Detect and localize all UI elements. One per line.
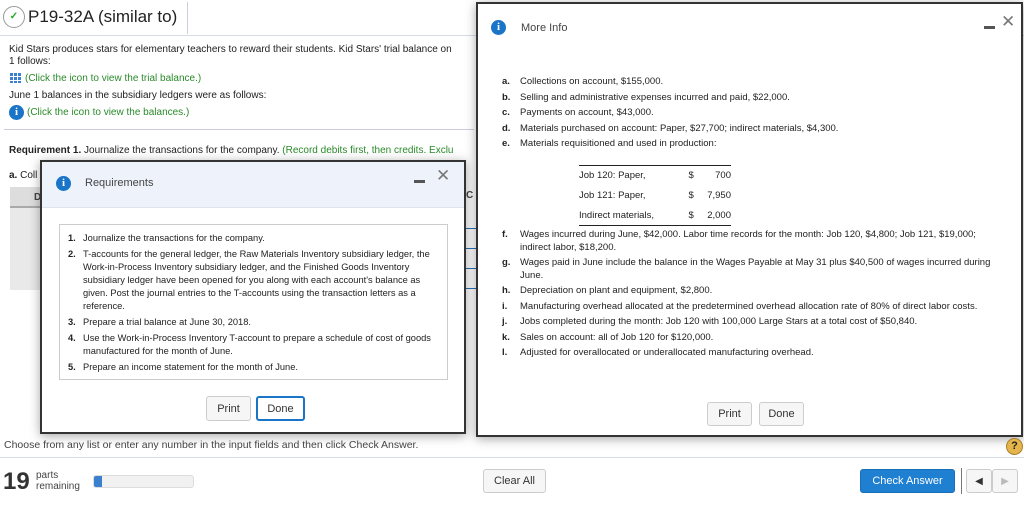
transaction-a-label: a. Coll [9,170,38,181]
divider [0,457,1024,458]
dialog-header: i Requirements ✕ [42,162,464,208]
dialog-title: Requirements [85,177,154,189]
parts-label: parts remaining [36,470,80,492]
divider [4,129,474,130]
instruction-text: Choose from any list or enter any number… [4,439,419,451]
balances-link[interactable]: i (Click the icon to view the balances.) [9,105,189,120]
info-item: a. Collections on account, $155,000. [502,76,664,87]
trial-balance-link[interactable]: (Click the icon to view the trial balanc… [9,72,201,84]
requirements-list: 1. Journalize the transactions for the co… [68,232,439,374]
balances-text: June 1 balances in the subsidiary ledger… [9,90,267,101]
done-button[interactable]: Done [256,396,305,421]
done-button[interactable]: Done [759,402,804,426]
partial-correct-icon: ✓ [3,6,25,28]
info-list-bottom: f. Wages incurred during June, $42,000. L… [502,229,992,363]
requirements-dialog: i Requirements ✕ 1. Journalize the transa… [40,160,466,434]
progress-fill [94,476,102,487]
dialog-title: More Info [521,22,568,34]
requirement-item: 2. T-accounts for the general ledger, the… [68,249,430,311]
next-button[interactable]: ▶ [992,469,1018,493]
check-answer-button[interactable]: Check Answer [860,469,955,493]
close-icon[interactable]: ✕ [1001,12,1015,32]
info-item: j. Jobs completed during the month: Job 1… [502,316,918,327]
info-item: b. Selling and administrative expenses in… [502,91,790,103]
minimize-icon[interactable] [414,180,425,183]
print-button[interactable]: Print [206,396,251,421]
table-row: Job 120: Paper, $700 [579,170,731,182]
info-item: f. Wages incurred during June, $42,000. L… [502,229,976,253]
journal-col-c: C [466,190,474,201]
dialog-header: i More Info ✕ [478,4,1021,50]
info-item: d. Materials purchased on account: Paper,… [502,122,839,134]
info-icon: i [56,176,71,191]
info-item: l. Adjusted for overallocated or underall… [502,347,814,358]
close-icon[interactable]: ✕ [436,166,450,186]
info-list-top: a. Collections on account, $155,000. b. Se… [502,76,1002,154]
requirement-item: 1. Journalize the transactions for the co… [68,233,265,243]
info-item: i. Manufacturing overhead allocated at th… [502,300,978,312]
intro-text-cont: 1 follows: [9,56,51,67]
requirement-item: 5. Prepare an income statement for the mo… [68,362,298,372]
requirement-1-text: Requirement 1. Journalize the transactio… [9,145,454,156]
help-button[interactable]: ? [1006,438,1023,455]
info-item: h. Depreciation on plant and equipment, $… [502,285,713,296]
page-title: P19-32A (similar to) [28,7,178,26]
requirement-item: 4. Use the Work-in-Process Inventory T-ac… [68,333,431,356]
intro-text: Kid Stars produces stars for elementary … [9,44,452,55]
info-item: e. Materials requisitioned and used in pr… [502,138,717,149]
info-icon: i [9,105,24,120]
table-row: Job 121: Paper, $7,950 [579,190,731,201]
materials-table: Job 120: Paper, $700 Job 121: Paper, $7,95… [579,165,731,226]
print-button[interactable]: Print [707,402,752,426]
requirements-box: 1. Journalize the transactions for the co… [59,224,448,380]
requirement-item: 3. Prepare a trial balance at June 30, 20… [68,317,251,327]
previous-button[interactable]: ◀ [966,469,992,493]
divider [961,468,962,494]
info-icon: i [491,20,506,35]
info-item: k. Sales on account: all of Job 120 for $… [502,331,714,343]
info-item: c. Payments on account, $43,000. [502,107,654,118]
parts-count: 19 [3,468,30,495]
more-info-dialog: i More Info ✕ a. Collections on account, … [476,2,1023,437]
table-icon [9,72,22,83]
table-row: Indirect materials, $2,000 [579,209,731,221]
clear-all-button[interactable]: Clear All [483,469,546,493]
progress-bar [93,475,194,488]
divider [187,2,188,34]
info-item: g. Wages paid in June include the balance… [502,257,991,281]
minimize-icon[interactable] [984,26,995,29]
